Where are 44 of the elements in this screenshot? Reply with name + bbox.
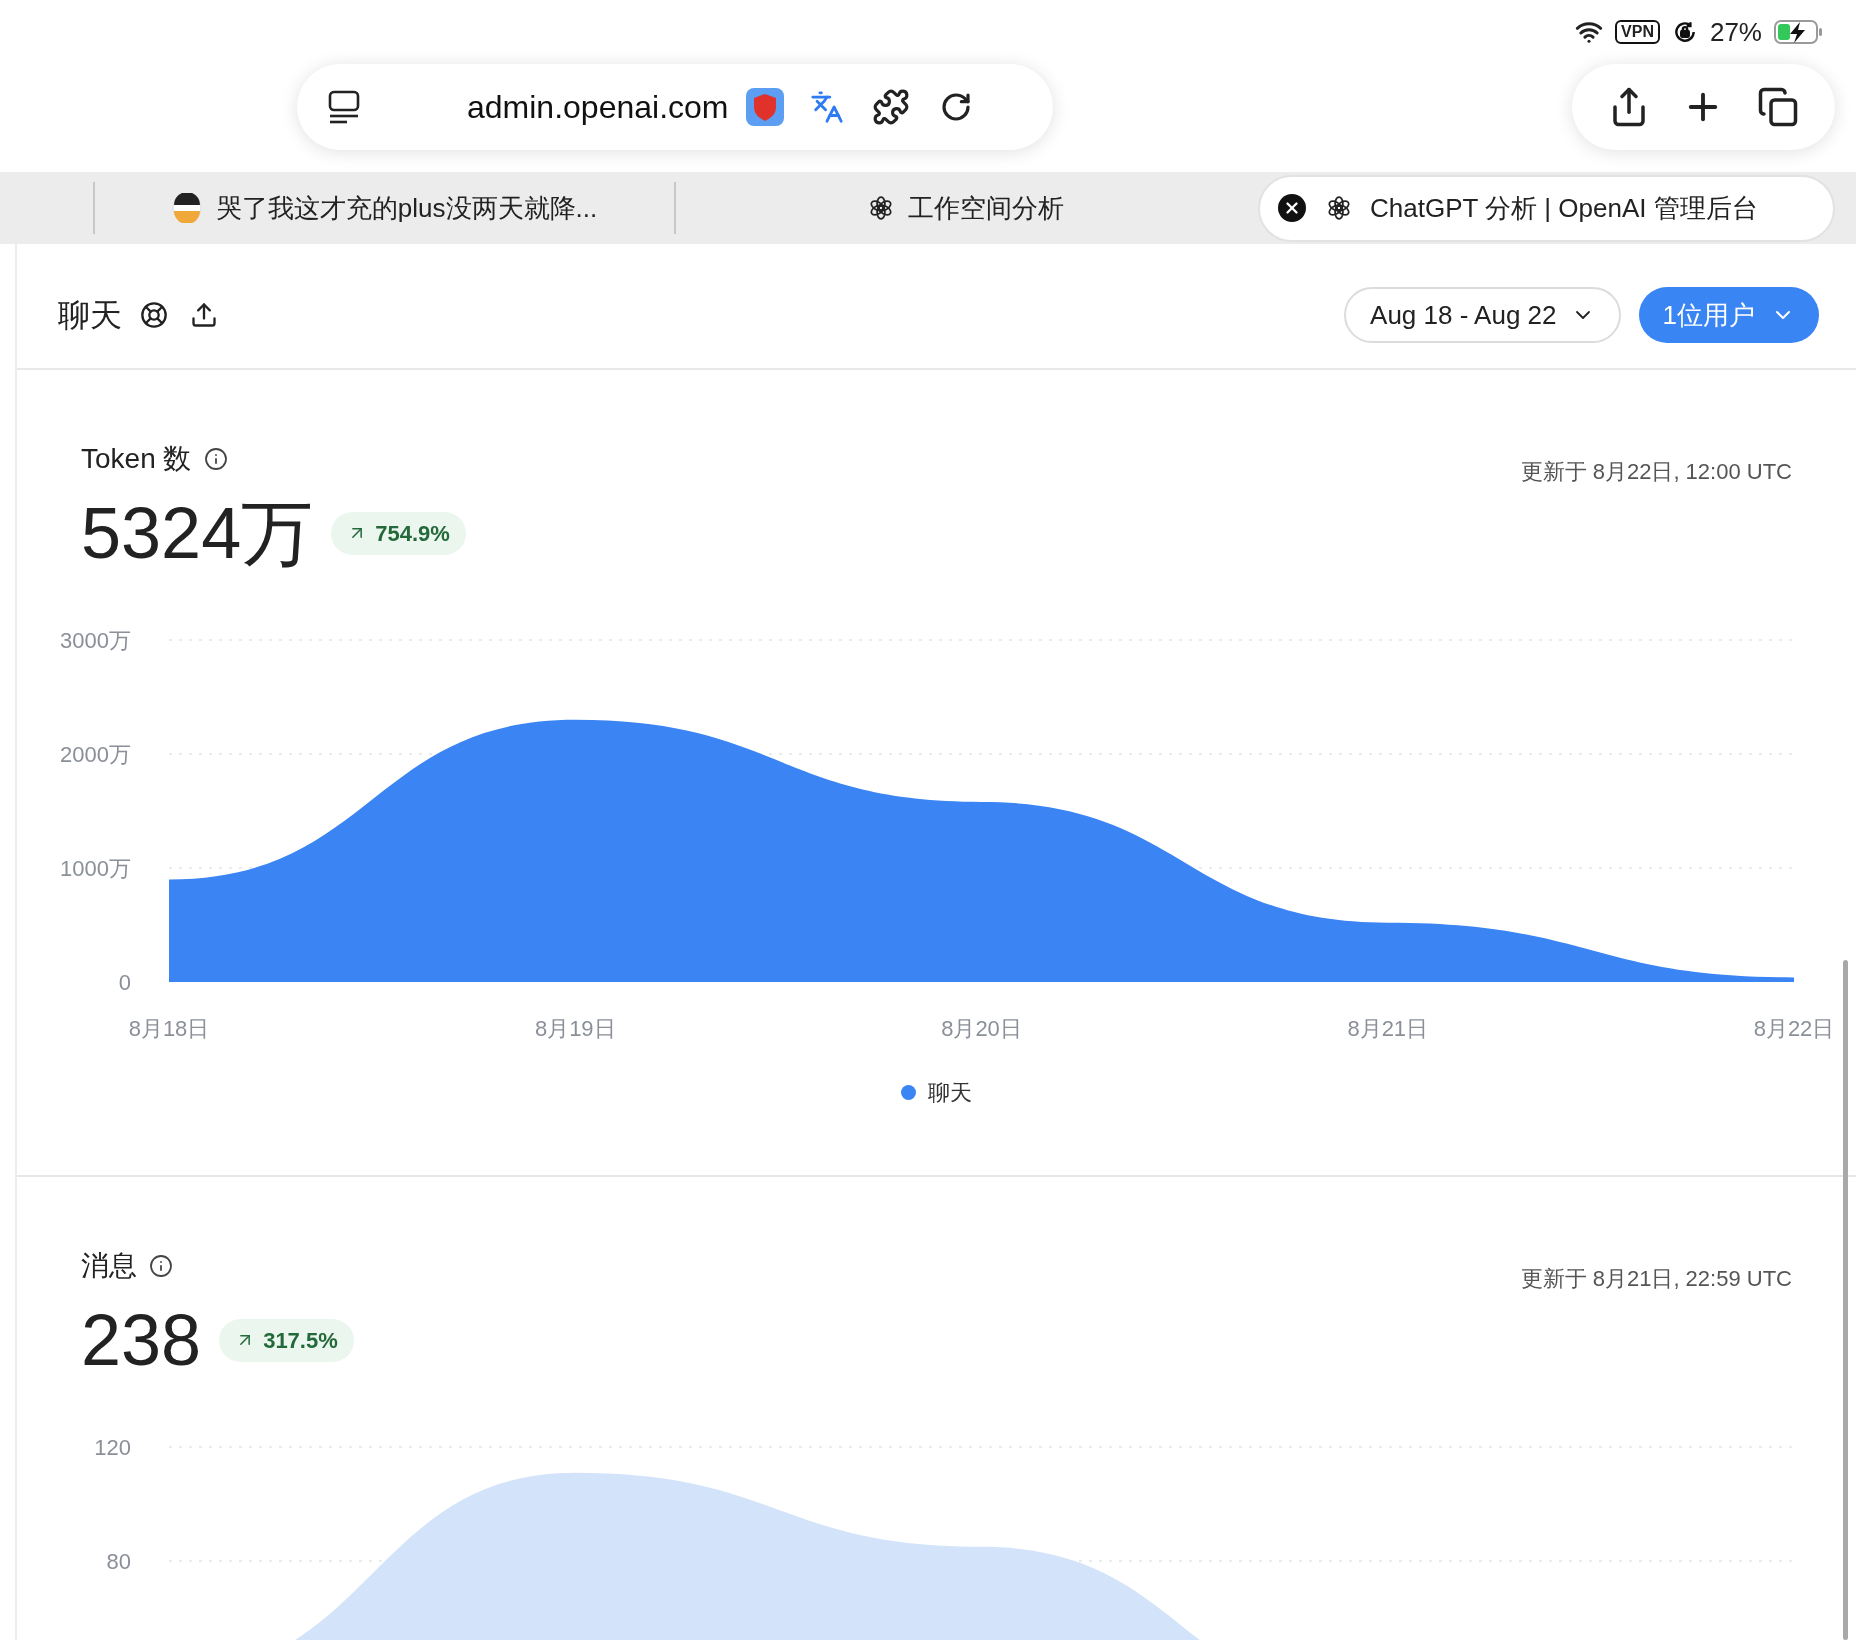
vpn-badge: VPN [1615, 20, 1660, 44]
y-axis-label: 0 [118, 970, 131, 995]
card-title: Token 数 [81, 442, 192, 476]
close-tab-icon[interactable] [1278, 194, 1306, 222]
url-text[interactable]: admin.openai.com [467, 83, 729, 131]
shield-icon[interactable] [746, 88, 785, 126]
metric-value: 238 [81, 1300, 202, 1380]
x-axis-label: 8月22日 [1753, 1016, 1835, 1041]
y-axis-label: 80 [106, 1549, 131, 1574]
change-percent: 754.9% [375, 519, 450, 548]
reload-icon[interactable] [940, 91, 973, 123]
scrollbar[interactable] [1843, 960, 1848, 1640]
metric-value: 5324万 [81, 493, 314, 573]
date-range-button[interactable]: Aug 18 - Aug 22 [1344, 287, 1621, 343]
change-percent: 317.5% [263, 1326, 338, 1355]
browser-tab[interactable]: ChatGPT 分析 | OpenAI 管理后台 [1258, 174, 1835, 242]
info-icon[interactable] [149, 1254, 173, 1278]
help-icon[interactable] [140, 301, 168, 329]
x-axis-label: 8月21日 [1347, 1016, 1429, 1041]
site-favicon-icon [171, 193, 202, 223]
export-icon[interactable] [190, 301, 218, 329]
knot-logo-icon [1326, 195, 1352, 221]
reader-icon[interactable] [327, 89, 361, 125]
page-title: 聊天 [58, 296, 122, 335]
card-title: 消息 [81, 1249, 137, 1283]
y-axis-label: 3000万 [60, 628, 131, 653]
y-axis-label: 120 [94, 1435, 131, 1460]
user-filter-button[interactable]: 1位用户 [1638, 287, 1819, 343]
knot-logo-icon [867, 195, 894, 221]
tabs-icon[interactable] [1756, 86, 1799, 128]
updated-time: 更新于 8月21日, 22:59 UTC [1520, 1265, 1792, 1292]
battery-charging-icon [1774, 19, 1824, 45]
battery-percent: 27% [1709, 15, 1762, 49]
info-icon[interactable] [203, 447, 228, 471]
x-axis-label: 8月19日 [534, 1016, 616, 1041]
translate-icon[interactable] [810, 90, 845, 124]
updated-time: 更新于 8月22日, 12:00 UTC [1520, 458, 1792, 485]
x-axis-label: 8月20日 [941, 1016, 1022, 1041]
x-axis-label: 8月18日 [128, 1016, 210, 1041]
legend-label[interactable]: 聊天 [928, 1075, 972, 1109]
puzzle-icon[interactable] [872, 88, 911, 126]
y-axis-label: 1000万 [60, 856, 131, 881]
y-axis-label: 2000万 [60, 742, 131, 767]
address-bar[interactable]: admin.openai.com [297, 64, 1053, 150]
